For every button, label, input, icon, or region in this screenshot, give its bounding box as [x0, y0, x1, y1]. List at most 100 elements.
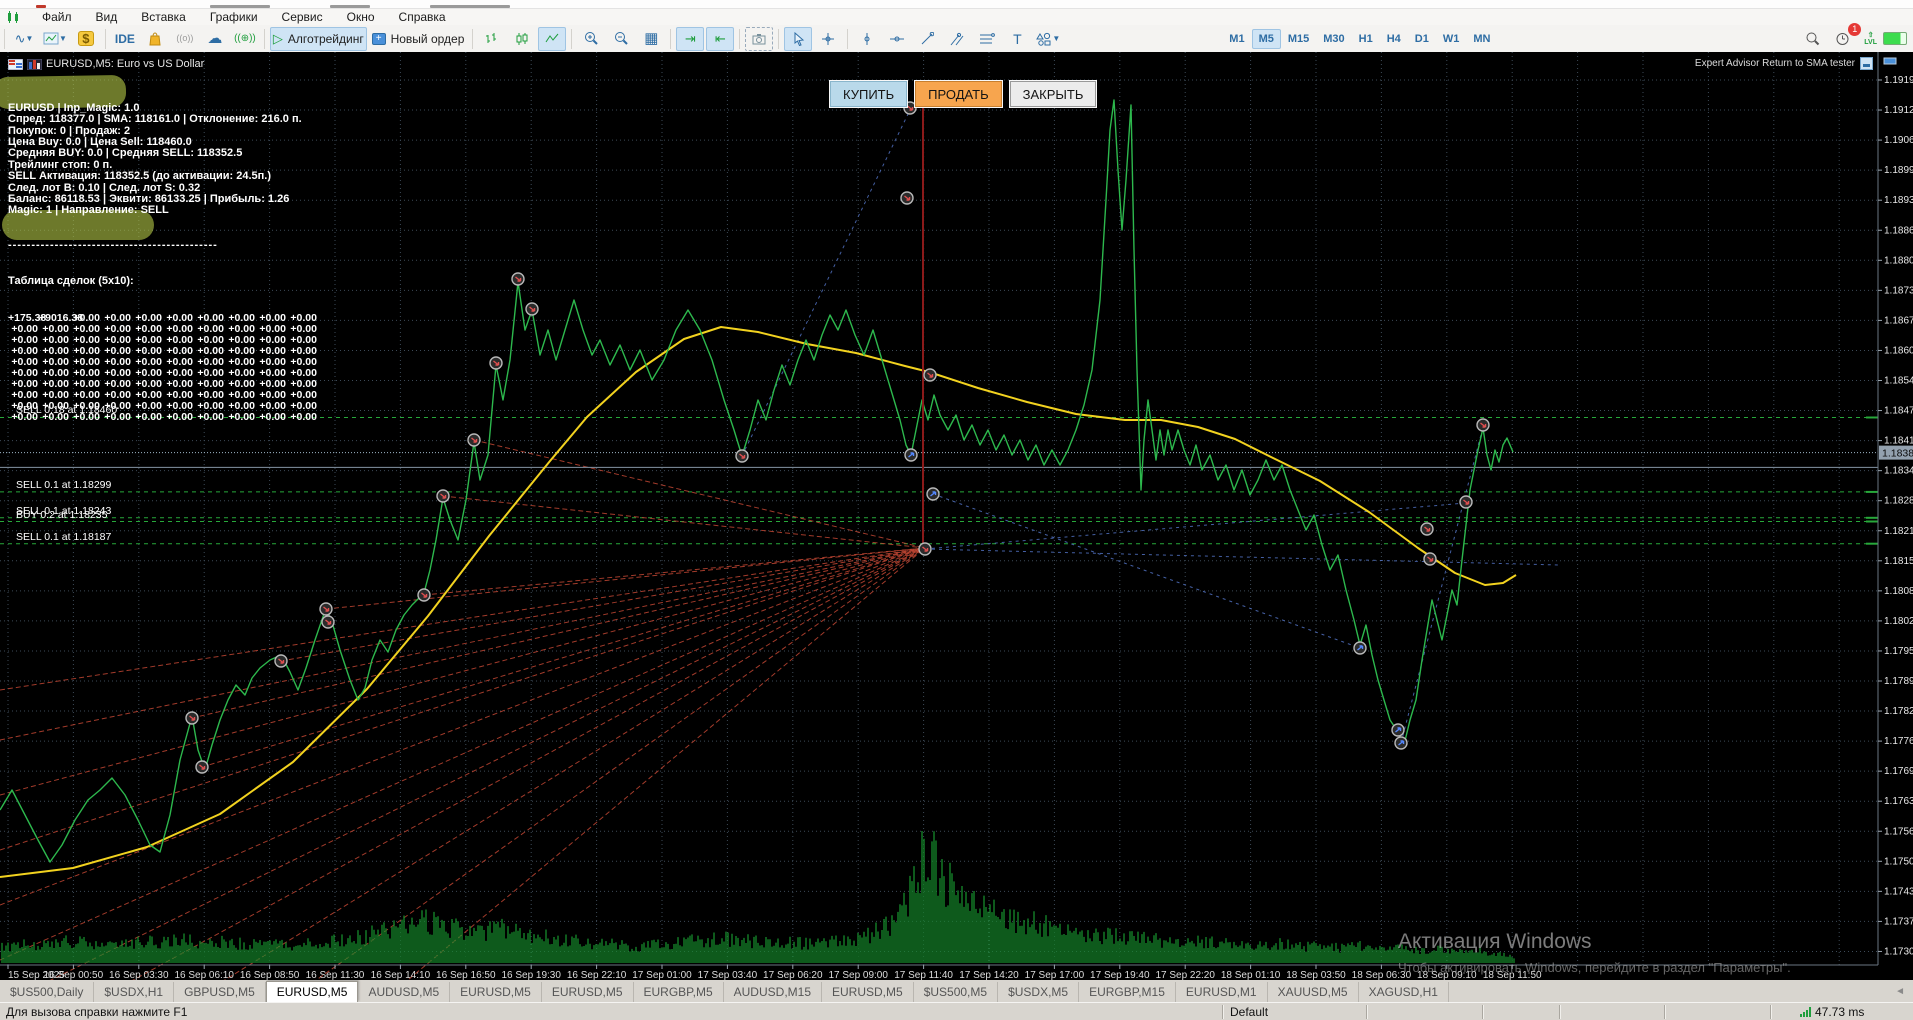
cursor-icon[interactable] — [784, 26, 813, 51]
crosshair-icon[interactable] — [814, 27, 842, 51]
menu-4[interactable]: Сервис — [270, 9, 335, 25]
signals-icon[interactable]: ((o)) — [171, 27, 199, 51]
chart-tab-GBPUSD,M5[interactable]: GBPUSD,M5 — [174, 982, 266, 1002]
notification-badge: 1 — [1848, 22, 1862, 36]
trendline-icon[interactable] — [913, 27, 941, 51]
status-profile[interactable]: Default — [1230, 1005, 1268, 1019]
timeframe-M5[interactable]: M5 — [1251, 28, 1281, 49]
ea-line-9: Magic: 1 | Направление: SELL — [8, 204, 169, 217]
chart-tab-$USDX,H1[interactable]: $USDX,H1 — [94, 982, 175, 1002]
time-axis-label: 16 Sep 14:10 — [371, 970, 431, 980]
chart-tab-$USDX,M5[interactable]: $USDX,M5 — [998, 982, 1080, 1002]
chart-tab-EURGBP,M5[interactable]: EURGBP,M5 — [634, 982, 724, 1002]
chart-tab-EURUSD,M5[interactable]: EURUSD,M5 — [265, 981, 359, 1002]
lvl-icon[interactable]: ⇧ LVL — [1864, 32, 1877, 46]
chart-tab-EURUSD,M5[interactable]: EURUSD,M5 — [450, 982, 542, 1002]
vertical-line-icon[interactable] — [853, 27, 881, 51]
ea-comment-panel: EURUSD | Inp_Magic: 1.0 Спред: 118377.0 |… — [8, 80, 318, 446]
price-axis-label: 1.17760 — [1884, 736, 1913, 747]
timeframe-MN[interactable]: MN — [1466, 29, 1497, 49]
search-icon[interactable] — [1798, 27, 1826, 51]
price-axis — [1879, 52, 1913, 980]
timeframe-D1[interactable]: D1 — [1408, 29, 1436, 49]
market-bag-icon[interactable] — [141, 27, 169, 51]
price-axis-label: 1.18020 — [1884, 616, 1913, 627]
timeframe-H4[interactable]: H4 — [1380, 29, 1408, 49]
titlebar-fragment — [430, 5, 510, 8]
chart-style-icon[interactable]: ∿ ▼ — [10, 27, 38, 51]
sell-button[interactable]: ПРОДАТЬ — [915, 81, 1002, 107]
chart-tab-EURGBP,M15[interactable]: EURGBP,M15 — [1079, 982, 1176, 1002]
timeframe-H1[interactable]: H1 — [1352, 29, 1380, 49]
menu-3[interactable]: Графики — [198, 9, 270, 25]
zoom-in-icon[interactable] — [577, 27, 605, 51]
price-axis-label: 1.17695 — [1884, 766, 1913, 777]
timeframe-W1[interactable]: W1 — [1436, 29, 1467, 49]
candles-chart-icon[interactable] — [508, 27, 536, 51]
chart-tab-AUDUSD,M5[interactable]: AUDUSD,M5 — [358, 982, 451, 1002]
chart-tab-EURUSD,M5[interactable]: EURUSD,M5 — [822, 982, 914, 1002]
time-axis-label: 16 Sep 03:30 — [109, 970, 169, 980]
menu-5[interactable]: Окно — [335, 9, 387, 25]
ide-button[interactable]: IDE — [111, 27, 139, 51]
channel-icon[interactable] — [943, 27, 971, 51]
symbol-chart-icon[interactable] — [26, 58, 43, 70]
price-axis-label: 1.17500 — [1884, 856, 1913, 867]
tile-windows-icon[interactable]: ▦ — [637, 27, 665, 51]
price-axis-label: 1.18280 — [1884, 496, 1913, 507]
status-latency[interactable]: 47.73 ms — [1815, 1005, 1864, 1019]
chart-tab-XAGUSD,H1[interactable]: XAGUSD,H1 — [1359, 982, 1449, 1002]
timeframe-M30[interactable]: M30 — [1316, 29, 1351, 49]
zoom-out-icon[interactable] — [607, 27, 635, 51]
notifications-icon[interactable]: 1 — [1828, 22, 1862, 51]
text-tool-icon[interactable]: T — [1003, 27, 1031, 51]
menu-2[interactable]: Вставка — [129, 9, 198, 25]
buy-button[interactable]: КУПИТЬ — [830, 81, 908, 107]
timeframe-M1[interactable]: M1 — [1222, 29, 1251, 49]
trade-fan-line — [0, 547, 926, 851]
shift-left-icon[interactable]: ⇤ — [706, 26, 735, 51]
market-watch-icon[interactable]: $ — [72, 27, 100, 51]
expert-icon[interactable] — [1860, 57, 1873, 70]
tabs-scroll-arrow[interactable]: ◄ — [1895, 986, 1905, 997]
chart-tab-XAUUSD,M5[interactable]: XAUUSD,M5 — [1268, 982, 1359, 1002]
algo-trading-button[interactable]: ▷ Алготрейдинг — [269, 26, 367, 51]
cloud-icon[interactable]: ☁ — [201, 27, 229, 51]
chart-tab-EURUSD,M5[interactable]: EURUSD,M5 — [542, 982, 634, 1002]
chart-tab-AUDUSD,M15[interactable]: AUDUSD,M15 — [724, 982, 822, 1002]
time-axis-label: 16 Sep 19:30 — [501, 970, 561, 980]
chart-tab-EURUSD,M1[interactable]: EURUSD,M1 — [1176, 982, 1268, 1002]
menu-6[interactable]: Справка — [387, 9, 458, 25]
menu-0[interactable]: Файл — [30, 9, 84, 25]
price-axis-label: 1.18605 — [1884, 345, 1913, 356]
chart-profile-icon[interactable]: ▼ — [40, 27, 70, 51]
close-button[interactable]: ЗАКРЫТЬ — [1009, 81, 1097, 107]
screenshot-icon[interactable] — [745, 26, 774, 51]
status-bar: Для вызова справки нажмите F1 Default 47… — [0, 1002, 1913, 1020]
time-axis-label: 16 Sep 16:50 — [436, 970, 496, 980]
price-axis-label: 1.18930 — [1884, 195, 1913, 206]
menu-1[interactable]: Вид — [84, 9, 130, 25]
shift-end-icon[interactable]: ⇥ — [676, 26, 705, 51]
price-axis-label: 1.17630 — [1884, 796, 1913, 807]
bars-chart-icon[interactable] — [478, 27, 506, 51]
trade-link-line — [741, 109, 911, 457]
chart-tab-$US500,M5[interactable]: $US500,M5 — [914, 982, 999, 1002]
price-axis-label: 1.19190 — [1884, 75, 1913, 86]
trade-fan-line — [0, 547, 926, 796]
depth-of-market-icon[interactable] — [7, 58, 24, 70]
time-axis-label: 16 Sep 08:50 — [240, 970, 300, 980]
vps-icon[interactable]: ((⊕)) — [231, 27, 259, 51]
window-titlebar[interactable] — [0, 0, 1913, 9]
fibo-icon[interactable] — [973, 27, 1001, 51]
shapes-icon[interactable]: ▼ — [1033, 27, 1063, 51]
chart-tab-$US500,Daily[interactable]: $US500,Daily — [0, 982, 95, 1002]
sell-order-label: SELL 0.1 at 1.18187 — [16, 530, 112, 543]
time-axis-label: 17 Sep 17:00 — [1025, 970, 1085, 980]
horizontal-line-icon[interactable] — [883, 27, 911, 51]
line-chart-icon[interactable] — [538, 26, 567, 51]
timeframe-M15[interactable]: M15 — [1281, 29, 1316, 49]
chart-area[interactable]: 1.19190 1.19125 1.19060 1.18995 1.18930 1.188… — [0, 52, 1913, 980]
new-order-button[interactable]: + Новый ордер — [369, 27, 468, 51]
price-axis-label: 1.19125 — [1884, 105, 1913, 116]
